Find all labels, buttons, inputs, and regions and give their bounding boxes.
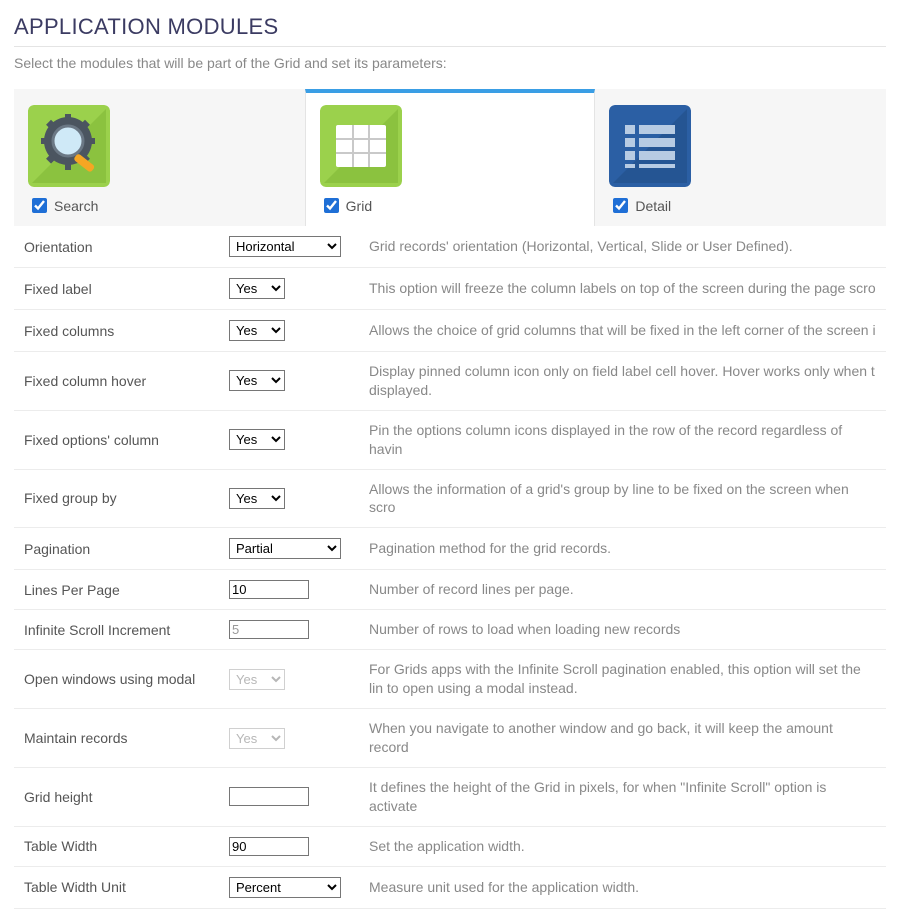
setting-row: Fixed options' column YesNo Pin the option…	[14, 410, 886, 469]
setting-row: Open windows using modal YesNo For Grids a…	[14, 650, 886, 709]
setting-row: Lines Per Page Number of record lines per…	[14, 570, 886, 610]
setting-description: Number of rows to load when loading new …	[359, 610, 886, 650]
tab-search-label: Search	[54, 198, 98, 214]
detail-icon	[609, 105, 872, 187]
tab-grid-label: Grid	[346, 198, 372, 214]
setting-label: Grid height	[14, 767, 219, 826]
setting-row: Grid height It defines the height of the …	[14, 767, 886, 826]
setting-label: Table Width Unit	[14, 866, 219, 908]
setting-control	[229, 787, 309, 806]
tab-detail-label: Detail	[635, 198, 671, 214]
setting-label: Open windows using modal	[14, 650, 219, 709]
setting-label: Pagination	[14, 528, 219, 570]
setting-row: Table Width Unit PercentPixel Measure unit…	[14, 866, 886, 908]
grid-icon	[320, 105, 581, 187]
setting-row: Orientation HorizontalVerticalSlideUser D…	[14, 226, 886, 268]
setting-row: Pagination PartialTotalInfinite Scroll Pag…	[14, 528, 886, 570]
setting-control: YesNo	[229, 728, 285, 749]
setting-control[interactable]: YesNo	[229, 488, 285, 509]
page-subtitle: Select the modules that will be part of …	[14, 55, 886, 71]
setting-row: Maintain records YesNo When you navigate t…	[14, 709, 886, 768]
setting-control: YesNo	[229, 669, 285, 690]
setting-description: Grid records' orientation (Horizontal, V…	[359, 226, 886, 268]
setting-description: Display pinned column icon only on field…	[359, 352, 886, 411]
setting-control[interactable]: HorizontalVerticalSlideUser Defined	[229, 236, 341, 257]
tab-search[interactable]: Search	[14, 89, 305, 226]
setting-control[interactable]: YesNo	[229, 429, 285, 450]
setting-description: When you navigate to another window and …	[359, 709, 886, 768]
setting-description: Pin the options column icons displayed i…	[359, 410, 886, 469]
setting-label: Maintain records	[14, 709, 219, 768]
setting-label: Fixed columns	[14, 310, 219, 352]
setting-row: Fixed columns YesNo Allows the choice of g…	[14, 310, 886, 352]
setting-control[interactable]	[229, 837, 309, 856]
setting-control[interactable]: YesNo	[229, 370, 285, 391]
setting-label: Fixed options' column	[14, 410, 219, 469]
settings-table: Orientation HorizontalVerticalSlideUser D…	[14, 226, 886, 909]
tab-detail[interactable]: Detail	[595, 89, 886, 226]
setting-description: This option will freeze the column label…	[359, 268, 886, 310]
setting-control	[229, 620, 309, 639]
setting-description: Pagination method for the grid records.	[359, 528, 886, 570]
setting-label: Fixed group by	[14, 469, 219, 528]
setting-label: Infinite Scroll Increment	[14, 610, 219, 650]
setting-row: Fixed label YesNo This option will freeze …	[14, 268, 886, 310]
setting-label: Orientation	[14, 226, 219, 268]
search-icon	[28, 105, 291, 187]
tab-search-checkbox[interactable]	[32, 198, 47, 213]
setting-control[interactable]: YesNo	[229, 278, 285, 299]
module-tabs: Search Grid Detail	[14, 89, 886, 226]
tab-grid[interactable]: Grid	[305, 89, 596, 226]
setting-description: Measure unit used for the application wi…	[359, 866, 886, 908]
setting-row: Table Width Set the application width.	[14, 826, 886, 866]
setting-row: Fixed group by YesNo Allows the informatio…	[14, 469, 886, 528]
setting-control[interactable]: PartialTotalInfinite Scroll	[229, 538, 341, 559]
setting-row: Fixed column hover YesNo Display pinned co…	[14, 352, 886, 411]
setting-control[interactable]	[229, 580, 309, 599]
setting-label: Table Width	[14, 826, 219, 866]
setting-control[interactable]: PercentPixel	[229, 877, 341, 898]
setting-description: Allows the choice of grid columns that w…	[359, 310, 886, 352]
setting-label: Lines Per Page	[14, 570, 219, 610]
divider	[14, 46, 886, 47]
setting-control[interactable]: YesNo	[229, 320, 285, 341]
tab-grid-checkbox[interactable]	[324, 198, 339, 213]
setting-label: Fixed column hover	[14, 352, 219, 411]
setting-description: Set the application width.	[359, 826, 886, 866]
page-title: APPLICATION MODULES	[14, 14, 886, 40]
setting-description: For Grids apps with the Infinite Scroll …	[359, 650, 886, 709]
setting-row: Infinite Scroll Increment Number of rows …	[14, 610, 886, 650]
tab-detail-checkbox[interactable]	[613, 198, 628, 213]
setting-description: Allows the information of a grid's group…	[359, 469, 886, 528]
setting-description: Number of record lines per page.	[359, 570, 886, 610]
setting-description: It defines the height of the Grid in pix…	[359, 767, 886, 826]
setting-label: Fixed label	[14, 268, 219, 310]
